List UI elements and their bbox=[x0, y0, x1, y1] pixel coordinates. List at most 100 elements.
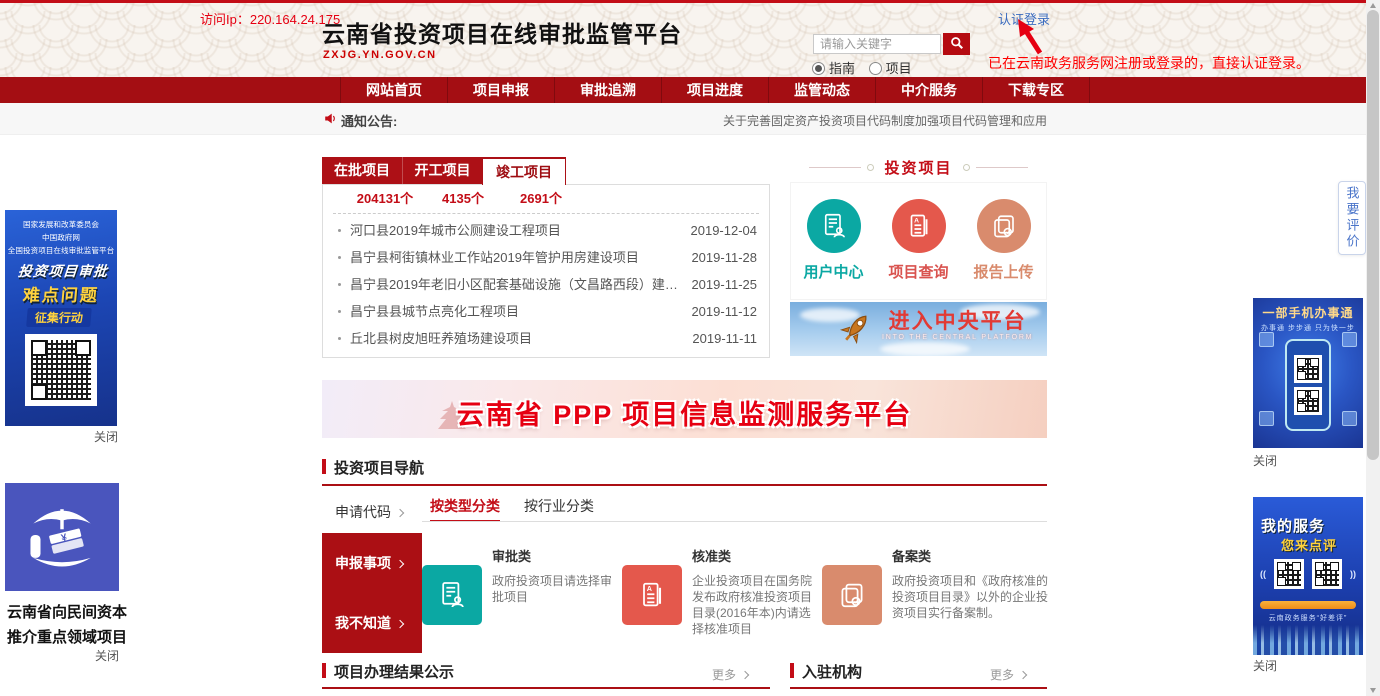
count-completed: 2691个 bbox=[501, 185, 581, 213]
site-domain: ZXJG.YN.GOV.CN bbox=[323, 49, 437, 61]
nav-project-progress[interactable]: 项目进度 bbox=[662, 77, 769, 103]
nav-home[interactable]: 网站首页 bbox=[340, 77, 448, 103]
tab-by-type[interactable]: 按类型分类 bbox=[430, 496, 500, 522]
poster-private-capital[interactable]: ¥ bbox=[5, 483, 119, 591]
project-query-icon: A bbox=[892, 199, 946, 253]
main-nav: 网站首页 项目申报 审批追溯 项目进度 监管动态 中介服务 下载专区 bbox=[0, 77, 1380, 103]
project-row[interactable]: 丘北县树皮旭旺养殖场建设项目2019-11-11 bbox=[335, 325, 757, 352]
project-stats-tabs: 在批项目 开工项目 竣工项目 bbox=[322, 157, 770, 184]
section-bar bbox=[790, 663, 794, 678]
results-more-link[interactable]: 更多 bbox=[712, 666, 748, 683]
shortcut-label: 用户中心 bbox=[791, 261, 876, 282]
feedback-button[interactable]: 我要评价 bbox=[1338, 181, 1366, 255]
scroll-up-arrow-icon[interactable] bbox=[1370, 3, 1376, 8]
qr-code bbox=[1294, 387, 1322, 415]
tab-in-approval[interactable]: 在批项目 bbox=[322, 157, 402, 184]
search-button[interactable] bbox=[943, 33, 970, 55]
cloud-decoration bbox=[880, 342, 970, 356]
project-row[interactable]: 昌宁县柯街镇林业工作站2019年管护用房建设项目2019-11-28 bbox=[335, 244, 757, 271]
apply-code-button[interactable]: 申请代码 bbox=[322, 487, 422, 533]
agencies-more-link[interactable]: 更多 bbox=[990, 666, 1026, 683]
nav-download[interactable]: 下载专区 bbox=[983, 77, 1090, 103]
side-item-unknown[interactable]: 我不知道 bbox=[322, 613, 422, 633]
signal-icon: )) bbox=[1350, 569, 1356, 579]
poster-mobile-app[interactable]: 一部手机办事通 办事通 步步通 只为快一步 bbox=[1253, 298, 1363, 448]
scrollbar-thumb[interactable] bbox=[1367, 10, 1379, 460]
category-desc: 政府投资项目和《政府核准的投资项目目录》以外的企业投资项目实行备案制。 bbox=[892, 573, 1052, 621]
visitor-ip: 访问Ip：220.164.24.175 bbox=[200, 9, 340, 28]
nav-agency-service[interactable]: 中介服务 bbox=[876, 77, 983, 103]
invest-shortcuts: 用户中心 A 项目查询 报告上传 bbox=[790, 182, 1047, 300]
poster-footer: 云南政务服务“好差评” bbox=[1253, 613, 1363, 623]
tab-started[interactable]: 开工项目 bbox=[402, 157, 482, 184]
chevron-right-icon bbox=[396, 560, 404, 568]
more-label: 更多 bbox=[712, 668, 736, 682]
category-title: 核准类 bbox=[692, 546, 822, 565]
nav-project-declare[interactable]: 项目申报 bbox=[448, 77, 555, 103]
cube-decoration bbox=[1342, 411, 1357, 426]
poster-service-review[interactable]: 我的服务 您来点评 (( )) 云南政务服务“好差评” bbox=[1253, 497, 1363, 655]
poster-title: 我的服务 bbox=[1261, 515, 1325, 536]
radio-project-icon bbox=[869, 62, 882, 75]
radio-guide[interactable]: 指南 bbox=[812, 61, 855, 76]
svg-text:A: A bbox=[647, 584, 652, 593]
user-center-icon bbox=[807, 199, 861, 253]
count-in-approval: 204131个 bbox=[345, 185, 425, 213]
bullet-icon bbox=[338, 310, 341, 313]
agencies-section-title: 入驻机构 bbox=[802, 661, 862, 682]
search-scope-radios: 指南 项目 bbox=[812, 58, 922, 77]
phone-graphic bbox=[1285, 339, 1331, 431]
poster-line: 中国政府网 bbox=[8, 231, 114, 243]
category-approval[interactable]: 审批类 政府投资项目请选择审批项目 bbox=[422, 543, 622, 605]
chevron-right-icon bbox=[1019, 671, 1027, 679]
project-row[interactable]: 河口县2019年城市公厕建设工程项目 2019-12-04 bbox=[335, 217, 757, 244]
tab-by-industry[interactable]: 按行业分类 bbox=[524, 496, 594, 522]
shortcut-user-center[interactable]: 用户中心 bbox=[791, 183, 876, 299]
close-poster-link[interactable]: 关闭 bbox=[94, 428, 118, 445]
nav-approval-trace[interactable]: 审批追溯 bbox=[555, 77, 662, 103]
radio-project[interactable]: 项目 bbox=[869, 61, 912, 76]
central-platform-banner[interactable]: 进入中央平台 INTO THE CENTRAL PLATFORM bbox=[790, 302, 1047, 356]
close-poster-link[interactable]: 关闭 bbox=[1253, 452, 1277, 469]
umbrella-hand-icon: ¥ bbox=[19, 492, 105, 583]
signal-icon: (( bbox=[1260, 569, 1266, 579]
scroll-down-arrow-icon[interactable] bbox=[1370, 688, 1376, 693]
poster-line: 全国投资项目在线审批监管平台 bbox=[8, 244, 114, 256]
category-title: 备案类 bbox=[892, 546, 1052, 565]
bullet-icon bbox=[338, 337, 341, 340]
report-upload-icon bbox=[977, 199, 1031, 253]
site-header: 访问Ip：220.164.24.175 云南省投资项目在线审批监管平台 ZXJG… bbox=[0, 3, 1380, 77]
category-record[interactable]: 备案类 政府投资项目和《政府核准的投资项目目录》以外的企业投资项目实行备案制。 bbox=[822, 543, 1052, 621]
shortcut-project-query[interactable]: A 项目查询 bbox=[876, 183, 961, 299]
project-row[interactable]: 昌宁县县城节点亮化工程项目2019-11-12 bbox=[335, 298, 757, 325]
notice-headline-link[interactable]: 关于完善固定资产投资项目代码制度加强项目代码管理和应用 bbox=[723, 112, 1047, 129]
project-title: 河口县2019年城市公厕建设工程项目 bbox=[350, 217, 681, 244]
search-input[interactable] bbox=[813, 34, 941, 54]
shortcut-report-upload[interactable]: 报告上传 bbox=[961, 183, 1046, 299]
tab-completed[interactable]: 竣工项目 bbox=[482, 157, 566, 185]
qr-code bbox=[1294, 355, 1322, 383]
side-item-declare[interactable]: 申报事项 bbox=[322, 553, 422, 573]
ppp-banner[interactable]: 云南省 PPP 项目信息监测服务平台 bbox=[322, 380, 1047, 438]
divider-dot bbox=[867, 164, 874, 171]
nav-supervision[interactable]: 监管动态 bbox=[769, 77, 876, 103]
close-poster-link[interactable]: 关闭 bbox=[95, 647, 119, 664]
category-verify[interactable]: A 核准类 企业投资项目在国务院发布政府核准投资项目目录(2016年本)内请选择… bbox=[622, 543, 822, 637]
close-poster-link[interactable]: 关闭 bbox=[1253, 657, 1277, 674]
qr-code bbox=[1312, 559, 1342, 589]
section-underline bbox=[322, 484, 1047, 486]
project-date: 2019-11-12 bbox=[691, 298, 757, 325]
verify-category-icon: A bbox=[622, 565, 682, 625]
invest-panel-header: 投资项目 bbox=[790, 158, 1047, 176]
ppp-banner-title: 云南省 PPP 项目信息监测服务平台 bbox=[322, 393, 1047, 432]
project-row[interactable]: 昌宁县2019年老旧小区配套基础设施（文昌路西段）建设项目2019-11-25 bbox=[335, 271, 757, 298]
central-banner-title: 进入中央平台 bbox=[882, 310, 1033, 334]
bullet-icon bbox=[338, 283, 341, 286]
poster-ndrc-qr[interactable]: 国家发展和改革委员会 中国政府网 全国投资项目在线审批监管平台 投资项目审批 难… bbox=[5, 210, 117, 426]
search-box bbox=[813, 33, 971, 55]
site-title: 云南省投资项目在线审批监管平台 bbox=[322, 15, 682, 49]
login-hint-arrow-icon bbox=[1006, 19, 1048, 60]
radio-guide-icon bbox=[812, 62, 825, 75]
tab-divider-line bbox=[422, 521, 1047, 522]
project-date: 2019-12-04 bbox=[691, 217, 758, 244]
